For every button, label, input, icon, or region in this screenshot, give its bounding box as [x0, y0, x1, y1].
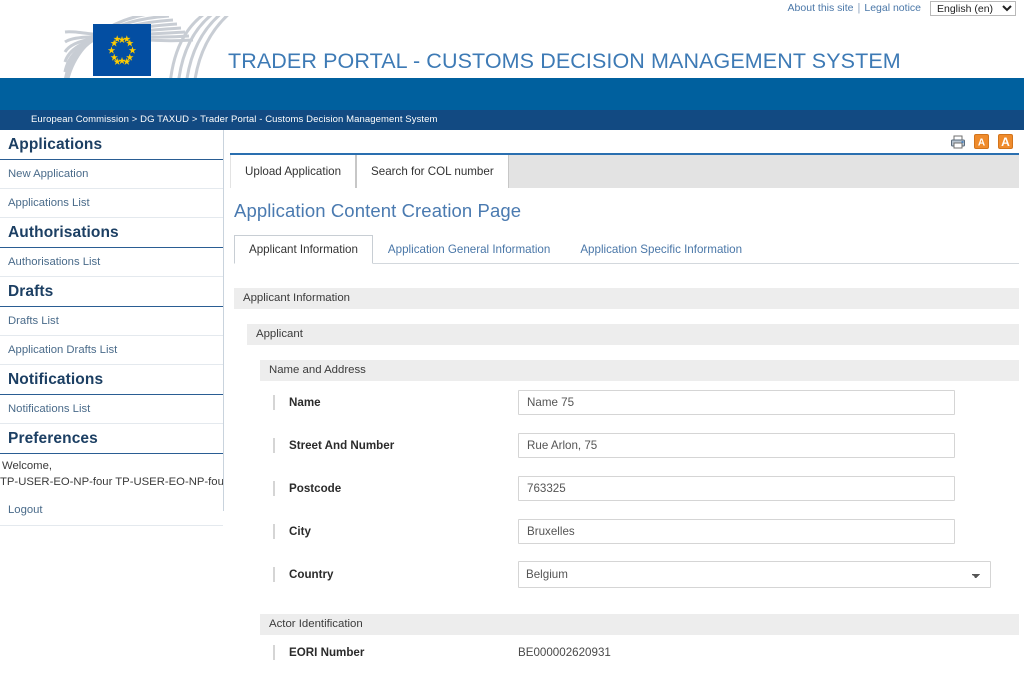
field-label-name: Name: [273, 395, 518, 410]
print-icon[interactable]: [950, 134, 966, 150]
content-icon-bar: A A: [950, 132, 1014, 152]
field-label-postcode: Postcode: [273, 481, 518, 496]
sidebar-section-applications-title: Applications: [0, 130, 223, 160]
field-label-city: City: [273, 524, 518, 539]
street-and-number-input[interactable]: [518, 433, 955, 458]
portal-title: TRADER PORTAL - CUSTOMS DECISION MANAGEM…: [228, 49, 901, 73]
svg-text:A: A: [1001, 135, 1010, 149]
font-decrease-icon[interactable]: A: [974, 134, 990, 150]
svg-text:A: A: [978, 138, 985, 149]
field-label-street-and-number: Street And Number: [273, 438, 518, 453]
field-row-name: Name: [260, 381, 1019, 424]
sidebar-item-drafts-list[interactable]: Drafts List: [0, 307, 223, 336]
postcode-input[interactable]: [518, 476, 955, 501]
section-applicant-information: Applicant Information Applicant Name and…: [234, 288, 1019, 669]
sidebar-item-authorisations-list[interactable]: Authorisations List: [0, 248, 223, 277]
about-this-site-link[interactable]: About this site: [785, 1, 857, 15]
european-commission-logo[interactable]: European Commission: [57, 16, 237, 78]
sidebar: Applications New Application Application…: [0, 130, 224, 526]
search-col-number-button[interactable]: Search for COL number: [356, 155, 509, 188]
language-select[interactable]: English (en): [930, 0, 1016, 16]
welcome-username: TP-USER-EO-NP-four TP-USER-EO-NP-four: [0, 476, 223, 488]
eu-flag-icon: [93, 24, 151, 76]
field-row-eori-number: EORI Number BE000002620931: [260, 635, 1019, 669]
section-applicant-header: Applicant: [247, 324, 1019, 345]
site-header: European Commission TRADER PORTAL - CUST…: [0, 16, 1024, 78]
main-content: A A Upload Application Search for COL nu…: [225, 130, 1024, 676]
field-label-country: Country: [273, 567, 518, 582]
field-row-country: Country Belgium: [260, 553, 1019, 596]
eori-number-value: BE000002620931: [518, 645, 611, 659]
sidebar-item-applications-list[interactable]: Applications List: [0, 189, 223, 218]
tab-applicant-information[interactable]: Applicant Information: [234, 235, 373, 264]
sidebar-item-new-application[interactable]: New Application: [0, 160, 223, 189]
header-blue-band: [0, 78, 1024, 110]
field-row-street-and-number: Street And Number: [260, 424, 1019, 467]
upload-application-button[interactable]: Upload Application: [230, 155, 357, 188]
tab-application-general-information[interactable]: Application General Information: [373, 235, 565, 264]
breadcrumb: European Commission > DG TAXUD > Trader …: [0, 110, 1024, 130]
content-toolbar: Upload Application Search for COL number: [230, 155, 1019, 188]
name-input[interactable]: [518, 390, 955, 415]
page-title: Application Content Creation Page: [234, 200, 522, 221]
country-select[interactable]: Belgium: [518, 561, 991, 588]
welcome-block: Welcome, TP-USER-EO-NP-four TP-USER-EO-N…: [0, 454, 223, 490]
body-area: Applications New Application Application…: [0, 130, 1024, 676]
sidebar-item-notifications-list[interactable]: Notifications List: [0, 395, 223, 424]
trader-portal-page: About this site | Legal notice English (…: [0, 0, 1024, 676]
section-name-and-address-header: Name and Address: [260, 360, 1019, 381]
logout-row: Logout: [0, 490, 223, 526]
section-applicant-information-header: Applicant Information: [234, 288, 1019, 309]
welcome-label: Welcome,: [2, 460, 53, 472]
tab-application-specific-information[interactable]: Application Specific Information: [565, 235, 757, 264]
sidebar-item-application-drafts-list[interactable]: Application Drafts List: [0, 336, 223, 365]
sidebar-section-notifications-title: Notifications: [0, 365, 223, 395]
sidebar-section-drafts-title: Drafts: [0, 277, 223, 307]
utility-bar: About this site | Legal notice English (…: [0, 0, 1024, 16]
section-actor-identification-header: Actor Identification: [260, 614, 1019, 635]
logout-link[interactable]: Logout: [0, 504, 223, 525]
sidebar-section-preferences-title: Preferences: [0, 424, 223, 454]
field-row-city: City: [260, 510, 1019, 553]
section-applicant: Applicant Name and Address Name Street A…: [247, 324, 1019, 669]
city-input[interactable]: [518, 519, 955, 544]
sidebar-section-authorisations-title: Authorisations: [0, 218, 223, 248]
legal-notice-link[interactable]: Legal notice: [861, 1, 924, 15]
font-increase-icon[interactable]: A: [998, 134, 1014, 150]
field-label-eori-number: EORI Number: [273, 644, 518, 660]
field-row-postcode: Postcode: [260, 467, 1019, 510]
section-name-and-address: Name and Address Name Street And Number …: [260, 360, 1019, 596]
content-tabs: Applicant Information Application Genera…: [234, 231, 1019, 264]
section-actor-identification: Actor Identification EORI Number BE00000…: [260, 614, 1019, 669]
